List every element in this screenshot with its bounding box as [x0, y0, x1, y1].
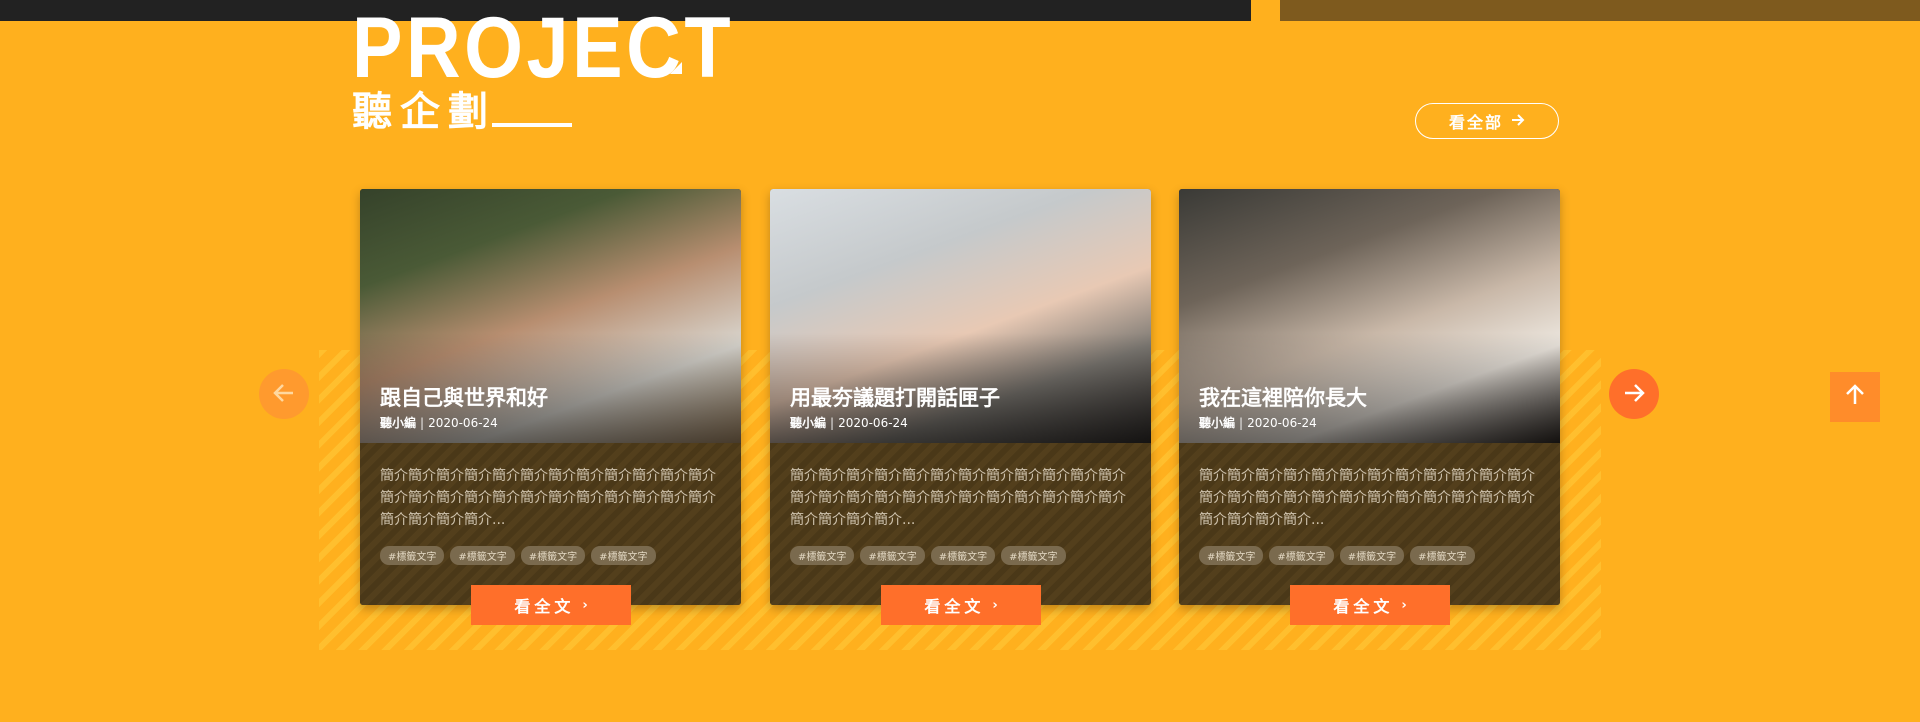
section-subtitle: 聽企劃 [352, 89, 496, 135]
card-tags: #標籤文字 #標籤文字 #標籤文字 #標籤文字 [380, 546, 656, 565]
card-description: 簡介簡介簡介簡介簡介簡介簡介簡介簡介簡介簡介簡介簡介簡介簡介簡介簡介簡介簡介簡介… [380, 468, 716, 528]
card-body: 簡介簡介簡介簡介簡介簡介簡介簡介簡介簡介簡介簡介簡介簡介簡介簡介簡介簡介簡介簡介… [770, 443, 1151, 605]
tag[interactable]: #標籤文字 [450, 546, 515, 565]
card-title: 跟自己與世界和好 [380, 386, 548, 410]
tag[interactable]: #標籤文字 [1410, 546, 1475, 565]
card-meta: 聽小編 | 2020-06-24 [380, 414, 498, 431]
chevron-right-icon: › [1401, 597, 1407, 613]
card-title: 我在這裡陪你長大 [1199, 386, 1367, 410]
card-tags: #標籤文字 #標籤文字 #標籤文字 #標籤文字 [1199, 546, 1475, 565]
arrow-right-icon [1511, 112, 1525, 131]
meta-divider: | [420, 415, 425, 430]
read-more-label: 看全文 [514, 597, 575, 616]
card-meta: 聽小編 | 2020-06-24 [1199, 414, 1317, 431]
card-date: 2020-06-24 [1247, 415, 1317, 430]
scroll-to-top-button[interactable] [1830, 372, 1880, 422]
title-corner-mark [670, 62, 682, 74]
card-author: 聽小編 [790, 416, 827, 430]
card-body: 簡介簡介簡介簡介簡介簡介簡介簡介簡介簡介簡介簡介簡介簡介簡介簡介簡介簡介簡介簡介… [1179, 443, 1560, 605]
read-more-label: 看全文 [1333, 597, 1394, 616]
project-card[interactable]: 跟自己與世界和好 聽小編 | 2020-06-24 簡介簡介簡介簡介簡介簡介簡介… [360, 189, 741, 605]
card-description: 簡介簡介簡介簡介簡介簡介簡介簡介簡介簡介簡介簡介簡介簡介簡介簡介簡介簡介簡介簡介… [1199, 468, 1535, 528]
project-card[interactable]: 我在這裡陪你長大 聽小編 | 2020-06-24 簡介簡介簡介簡介簡介簡介簡介… [1179, 189, 1560, 605]
view-all-label: 看全部 [1448, 113, 1503, 132]
tag[interactable]: #標籤文字 [930, 546, 996, 565]
tag[interactable]: #標籤文字 [520, 546, 586, 565]
tag[interactable]: #標籤文字 [860, 546, 925, 565]
chevron-right-icon: › [992, 597, 998, 613]
card-title: 用最夯議題打開話匣子 [790, 386, 1000, 410]
card-author: 聽小編 [1199, 416, 1236, 430]
carousel-next-button[interactable] [1609, 369, 1659, 419]
tag[interactable]: #標籤文字 [380, 546, 445, 565]
chevron-right-icon: › [582, 597, 588, 613]
project-card[interactable]: 用最夯議題打開話匣子 聽小編 | 2020-06-24 簡介簡介簡介簡介簡介簡介… [770, 189, 1151, 605]
card-author: 聽小編 [380, 416, 417, 430]
read-more-button[interactable]: 看全文 › [1290, 585, 1450, 625]
card-body: 簡介簡介簡介簡介簡介簡介簡介簡介簡介簡介簡介簡介簡介簡介簡介簡介簡介簡介簡介簡介… [360, 443, 741, 605]
arrow-right-icon [1623, 378, 1645, 411]
card-date: 2020-06-24 [838, 415, 908, 430]
read-more-button[interactable]: 看全文 › [471, 585, 631, 625]
tag[interactable]: #標籤文字 [790, 546, 855, 565]
arrow-left-icon [273, 378, 295, 411]
meta-divider: | [1239, 415, 1244, 430]
top-bar-accent [1280, 0, 1920, 21]
tag[interactable]: #標籤文字 [1001, 546, 1066, 565]
section-title: PROJECT [352, 0, 735, 96]
carousel-prev-button[interactable] [259, 369, 309, 419]
tag[interactable]: #標籤文字 [1269, 546, 1334, 565]
card-date: 2020-06-24 [428, 415, 498, 430]
subtitle-underline [492, 123, 572, 127]
tag[interactable]: #標籤文字 [1199, 546, 1264, 565]
view-all-button[interactable]: 看全部 [1415, 103, 1559, 139]
arrow-up-icon [1843, 381, 1867, 414]
card-description: 簡介簡介簡介簡介簡介簡介簡介簡介簡介簡介簡介簡介簡介簡介簡介簡介簡介簡介簡介簡介… [790, 468, 1126, 528]
read-more-button[interactable]: 看全文 › [881, 585, 1041, 625]
tag[interactable]: #標籤文字 [591, 546, 656, 565]
card-meta: 聽小編 | 2020-06-24 [790, 414, 908, 431]
read-more-label: 看全文 [924, 597, 985, 616]
card-tags: #標籤文字 #標籤文字 #標籤文字 #標籤文字 [790, 546, 1066, 565]
meta-divider: | [830, 415, 835, 430]
tag[interactable]: #標籤文字 [1339, 546, 1405, 565]
